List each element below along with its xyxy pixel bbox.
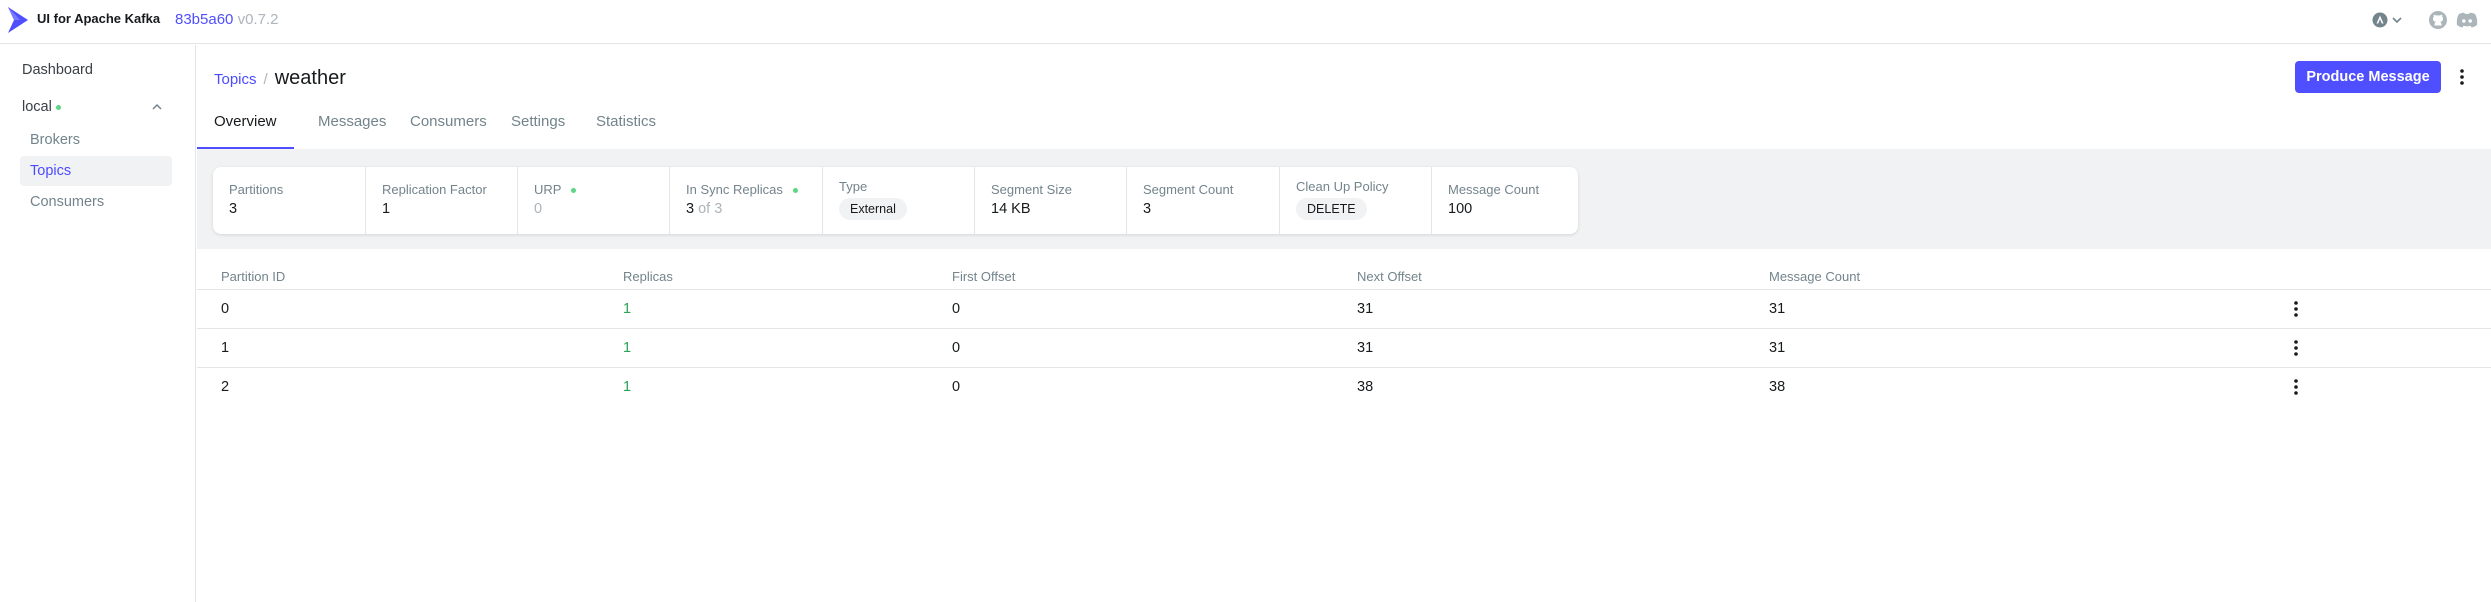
commit-hash-link[interactable]: 83b5a60	[175, 11, 233, 28]
tab-overview[interactable]: Overview	[197, 107, 294, 149]
stat-label: In Sync Replicas	[686, 182, 798, 197]
cleanup-policy-badge: DELETE	[1296, 198, 1367, 220]
message-count-cell: 31	[1769, 301, 1786, 317]
sidebar-cluster-toggle[interactable]: local	[12, 92, 172, 122]
topic-tabs: Overview Messages Consumers Settings Sta…	[197, 107, 2491, 149]
tab-statistics[interactable]: Statistics	[579, 107, 673, 149]
stat-value: 3 of 3	[686, 201, 722, 217]
tab-messages[interactable]: Messages	[301, 107, 403, 149]
stat-message-count: Message Count 100	[1432, 167, 1578, 234]
user-menu-icon	[2372, 12, 2402, 28]
stat-partitions: Partitions 3	[213, 167, 366, 234]
sidebar-item-brokers[interactable]: Brokers	[20, 125, 172, 155]
stat-replication-factor: Replication Factor 1	[366, 167, 518, 234]
sidebar: Dashboard local Brokers Topics Consumers	[0, 45, 196, 602]
stat-value: 3	[1143, 201, 1152, 217]
stat-in-sync-replicas: In Sync Replicas 3 of 3	[670, 167, 823, 234]
sidebar-item-topics[interactable]: Topics	[20, 156, 172, 186]
stat-value: 0	[534, 201, 543, 217]
main-content: Topics / weather Produce Message Overview …	[197, 45, 2491, 602]
table-row: 1 1 0 31 31	[197, 328, 2491, 367]
github-icon[interactable]	[2428, 10, 2448, 30]
stat-cleanup-policy: Clean Up Policy DELETE	[1280, 167, 1432, 234]
stats-section: Partitions 3 Replication Factor 1 URP 0 …	[197, 149, 2491, 249]
next-offset-cell: 38	[1357, 379, 1374, 395]
isr-total: of 3	[698, 201, 723, 217]
stat-value: 100	[1448, 201, 1473, 217]
kafka-logo-icon[interactable]	[6, 5, 30, 35]
column-header-message-count: Message Count	[1769, 269, 1861, 284]
discord-icon[interactable]	[2456, 11, 2478, 29]
partition-id-cell: 1	[221, 340, 230, 356]
produce-message-button[interactable]: Produce Message	[2295, 61, 2441, 93]
user-menu-button[interactable]	[2371, 11, 2407, 29]
column-header-replicas: Replicas	[623, 269, 673, 284]
stat-label-text: In Sync Replicas	[686, 182, 783, 197]
replicas-cell[interactable]: 1	[623, 379, 631, 395]
partition-id-cell: 0	[221, 301, 230, 317]
cluster-status-dot	[55, 104, 61, 110]
status-dot	[792, 188, 798, 194]
page-title: weather	[274, 67, 346, 89]
stat-label: Message Count	[1448, 182, 1540, 197]
first-offset-cell: 0	[952, 340, 961, 356]
next-offset-cell: 31	[1357, 301, 1374, 317]
breadcrumb-separator: /	[263, 71, 268, 88]
table-row: 2 1 0 38 38	[197, 367, 2491, 406]
replicas-cell[interactable]: 1	[623, 301, 631, 317]
chevron-up-icon	[152, 103, 162, 110]
status-dot	[571, 188, 577, 194]
column-header-first-offset: First Offset	[952, 269, 1016, 284]
isr-count: 3	[686, 201, 695, 217]
row-actions-icon[interactable]	[2290, 298, 2302, 320]
stat-label: Segment Count	[1143, 182, 1234, 197]
sidebar-item-consumers[interactable]: Consumers	[20, 187, 172, 217]
message-count-cell: 38	[1769, 379, 1786, 395]
stat-value: 1	[382, 201, 391, 217]
stat-label: Replication Factor	[382, 182, 487, 197]
version-info: 83b5a60 v0.7.2	[175, 11, 278, 28]
partition-id-cell: 2	[221, 379, 230, 395]
next-offset-cell: 31	[1357, 340, 1374, 356]
row-actions-icon[interactable]	[2290, 337, 2302, 359]
stat-segment-count: Segment Count 3	[1127, 167, 1280, 234]
breadcrumb-topics-link[interactable]: Topics	[214, 71, 257, 88]
replicas-cell[interactable]: 1	[623, 340, 631, 356]
type-badge: External	[839, 198, 907, 220]
first-offset-cell: 0	[952, 301, 961, 317]
more-options-icon[interactable]	[2452, 65, 2472, 89]
cluster-name: local	[22, 99, 52, 115]
stat-label-text: URP	[534, 182, 562, 197]
top-navbar: UI for Apache Kafka 83b5a60 v0.7.2	[0, 0, 2491, 44]
stat-label: URP	[534, 182, 577, 197]
message-count-cell: 31	[1769, 340, 1786, 356]
app-title[interactable]: UI for Apache Kafka	[37, 11, 160, 26]
stat-type: Type External	[823, 167, 975, 234]
row-actions-icon[interactable]	[2290, 376, 2302, 398]
stat-urp: URP 0	[518, 167, 670, 234]
stats-card: Partitions 3 Replication Factor 1 URP 0 …	[213, 167, 1578, 234]
stat-value: 3	[229, 201, 238, 217]
column-header-next-offset: Next Offset	[1357, 269, 1422, 284]
stat-label: Segment Size	[991, 182, 1072, 197]
stat-label: Type	[839, 179, 868, 194]
tab-consumers[interactable]: Consumers	[393, 107, 504, 149]
breadcrumb: Topics / weather	[214, 65, 346, 91]
sidebar-item-dashboard[interactable]: Dashboard	[12, 55, 164, 85]
version-label: v0.7.2	[237, 11, 279, 28]
first-offset-cell: 0	[952, 379, 961, 395]
stat-value: 14 KB	[991, 201, 1031, 217]
stat-segment-size: Segment Size 14 KB	[975, 167, 1127, 234]
table-row: 0 1 0 31 31	[197, 289, 2491, 328]
column-header-partition-id: Partition ID	[221, 269, 286, 284]
stat-label: Partitions	[229, 182, 284, 197]
stat-label: Clean Up Policy	[1296, 179, 1389, 194]
tab-settings[interactable]: Settings	[494, 107, 582, 149]
